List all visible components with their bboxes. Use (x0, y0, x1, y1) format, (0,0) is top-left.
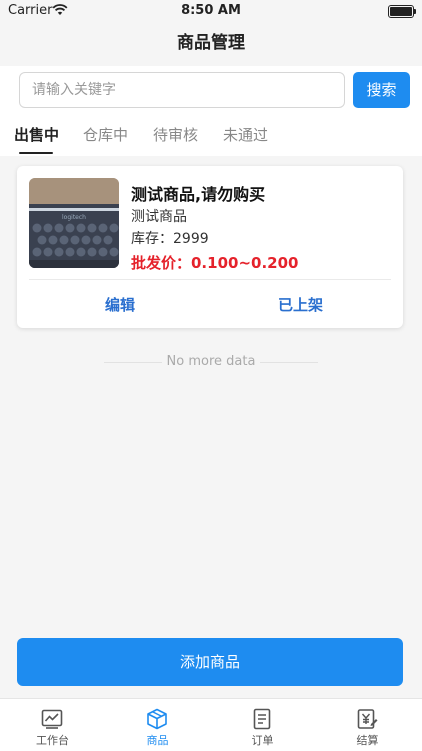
product-image: logitech (29, 178, 119, 268)
document-icon (250, 707, 274, 731)
edit-button[interactable]: 编辑 (105, 294, 135, 315)
tabbar-item-orders[interactable]: 订单 (210, 699, 315, 751)
search-bar: 请输入关键字 搜索 (0, 66, 422, 116)
card-divider (29, 279, 391, 280)
tab-rejected[interactable]: 未通过 (223, 124, 268, 145)
status-tabs: 出售中 仓库中 待审核 未通过 (0, 116, 422, 156)
page-title: 商品管理 (177, 33, 245, 53)
bottom-tab-bar: 工作台 商品 订单 结算 (0, 698, 422, 751)
box-icon (145, 707, 169, 731)
chart-icon (40, 707, 64, 731)
divider-right (260, 362, 318, 363)
list-end-indicator: No more data (0, 354, 422, 372)
active-tab-indicator (19, 152, 53, 154)
search-button[interactable]: 搜索 (353, 72, 410, 108)
no-more-label: No more data (166, 354, 256, 369)
battery-icon (388, 5, 416, 18)
tabbar-item-settlement[interactable]: 结算 (315, 699, 420, 751)
product-price: 批发价：0.100~0.200 (131, 254, 299, 272)
settlement-icon (355, 707, 379, 731)
tab-in-warehouse[interactable]: 仓库中 (83, 124, 128, 145)
tabbar-label: 订单 (251, 734, 274, 747)
tabbar-label: 工作台 (36, 734, 69, 747)
product-title: 测试商品,请勿购买 (131, 185, 266, 204)
search-input[interactable]: 请输入关键字 (19, 72, 345, 108)
tabbar-item-workbench[interactable]: 工作台 (0, 699, 105, 751)
product-card[interactable]: logitech 测试商品,请勿购买 测试商品 库存：2999 批发价：0.10… (17, 166, 403, 328)
tabbar-label: 结算 (356, 734, 379, 747)
svg-text:logitech: logitech (62, 214, 86, 221)
tabbar-item-products[interactable]: 商品 (105, 699, 210, 751)
tabbar-label: 商品 (146, 734, 169, 747)
tab-pending-review[interactable]: 待审核 (153, 124, 198, 145)
tab-on-sale[interactable]: 出售中 (14, 124, 59, 145)
listed-status-button[interactable]: 已上架 (278, 294, 323, 315)
status-bar: Carrier 8:50 AM (0, 0, 422, 22)
add-product-button[interactable]: 添加商品 (17, 638, 403, 686)
product-subtitle: 测试商品 (131, 209, 187, 225)
divider-left (104, 362, 162, 363)
product-stock: 库存：2999 (131, 231, 209, 247)
clock: 8:50 AM (181, 3, 241, 18)
